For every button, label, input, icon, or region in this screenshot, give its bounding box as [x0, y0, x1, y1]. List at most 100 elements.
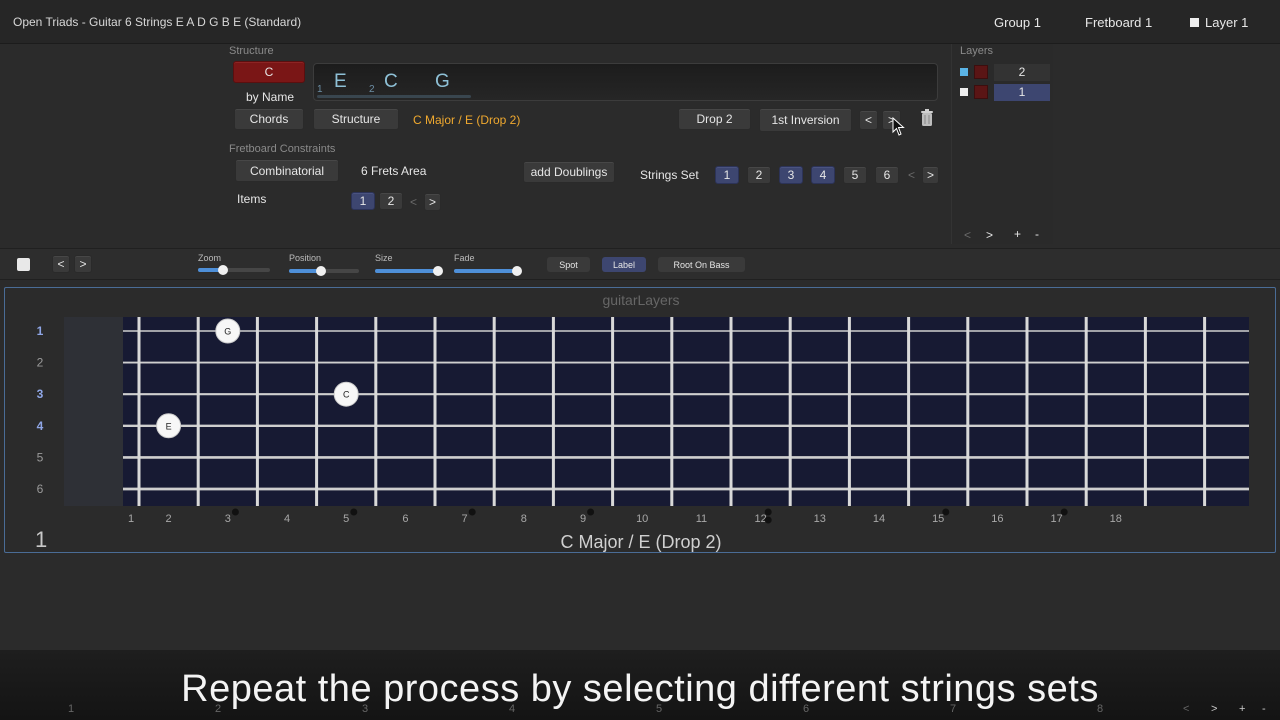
- fret-inlay-dot: [468, 508, 476, 516]
- note-label: E: [334, 71, 347, 92]
- remove-layer-button[interactable]: -: [1035, 227, 1039, 241]
- position-slider[interactable]: [289, 266, 359, 276]
- string-number-label: 2: [37, 356, 44, 370]
- size-label: Size: [375, 253, 393, 263]
- toggle-checkbox[interactable]: [17, 258, 30, 271]
- toolbar-next-button[interactable]: >: [74, 255, 92, 273]
- note-marker-label: G: [224, 327, 231, 337]
- trash-icon[interactable]: [918, 108, 936, 130]
- fret-inlay-dot: [587, 508, 595, 516]
- strings_set-button-4[interactable]: 4: [811, 166, 835, 184]
- frets-area-label[interactable]: 6 Frets Area: [361, 164, 426, 178]
- layer-color-swatch: [1190, 18, 1199, 27]
- fret-number-label: 14: [873, 513, 885, 525]
- zoom-label: Zoom: [198, 253, 222, 263]
- video-caption-text: Repeat the process by selecting differen…: [181, 668, 1099, 710]
- items-label: Items: [237, 192, 267, 206]
- fret-number-label: 2: [166, 513, 172, 525]
- fret-number-label: 13: [814, 513, 826, 525]
- strings-set-next-button[interactable]: >: [922, 166, 939, 184]
- spot-button[interactable]: Spot: [547, 257, 590, 272]
- fret-wire-6: [433, 317, 437, 506]
- note-marker-label: C: [343, 390, 350, 400]
- fret-wire-18: [1143, 317, 1147, 506]
- fret-wire-11: [729, 317, 733, 506]
- label-button[interactable]: Label: [602, 257, 646, 272]
- fretboard-toolbar: < > Zoom Position Size Fade Spot Label R…: [0, 248, 1280, 280]
- fret-wire-5: [374, 317, 378, 506]
- fret-wire-2: [196, 317, 200, 506]
- strings_set-button-5[interactable]: 5: [843, 166, 867, 184]
- app-window: Open Triads - Guitar 6 Strings E A D G B…: [0, 0, 1280, 720]
- layer-row[interactable]: 2: [952, 64, 1052, 81]
- fret-number-label: 7: [462, 513, 468, 525]
- fret-number-label: 8: [521, 513, 527, 525]
- fret-number-label: 9: [580, 513, 586, 525]
- items-next-button[interactable]: >: [424, 193, 441, 211]
- fret-wire-7: [492, 317, 496, 506]
- fret-number-label: 1: [128, 513, 134, 525]
- strings-set-label: Strings Set: [640, 168, 699, 182]
- layer-selector[interactable]: Layer 1: [1190, 15, 1248, 30]
- root-note-button[interactable]: C: [233, 61, 305, 83]
- string-number-label: 3: [37, 387, 44, 401]
- fret-inlay-dot: [1060, 508, 1068, 516]
- layer-color-picker[interactable]: [974, 85, 988, 99]
- fret-number-label: 3: [225, 513, 231, 525]
- fret-number-label: 18: [1110, 513, 1122, 525]
- fade-slider[interactable]: [454, 266, 522, 276]
- fretboard-board: [123, 317, 1249, 506]
- fret-number-label: 17: [1050, 513, 1062, 525]
- fret-inlay-dot: [350, 508, 358, 516]
- fret-number-label: 6: [402, 513, 408, 525]
- size-slider[interactable]: [375, 266, 443, 276]
- inversion-button[interactable]: 1st Inversion: [759, 108, 852, 132]
- fretboard-selector[interactable]: Fretboard 1: [1085, 15, 1152, 30]
- note-marker-label: E: [166, 421, 172, 431]
- layers-next-button[interactable]: >: [986, 228, 993, 242]
- fade-label: Fade: [454, 253, 475, 263]
- fret-wire-10: [670, 317, 674, 506]
- fret-number-label: 4: [284, 513, 290, 525]
- drop-button[interactable]: Drop 2: [678, 108, 751, 130]
- zoom-slider[interactable]: [198, 265, 270, 275]
- add-doublings-button[interactable]: add Doublings: [523, 161, 615, 183]
- group-selector[interactable]: Group 1: [994, 15, 1041, 30]
- mouse-cursor-icon: [892, 116, 906, 137]
- fret-wire-4: [315, 317, 319, 506]
- layer-color-picker[interactable]: [974, 65, 988, 79]
- fretboard-open-area: [64, 317, 123, 506]
- strings_set-button-2[interactable]: 2: [747, 166, 771, 184]
- layer-selector-label: Layer 1: [1205, 15, 1249, 30]
- layer-row[interactable]: 1: [952, 84, 1052, 101]
- structure-button[interactable]: Structure: [313, 108, 399, 130]
- combinatorial-button[interactable]: Combinatorial: [235, 159, 339, 182]
- fret-wire-3: [255, 317, 259, 506]
- video-caption-bar: 12345678 < > + - Repeat the process by s…: [0, 650, 1280, 720]
- string-number-label: 5: [37, 450, 44, 464]
- fret-number-label: 15: [932, 513, 944, 525]
- inversion-prev-button[interactable]: <: [859, 110, 878, 130]
- position-label: Position: [289, 253, 322, 263]
- strings-set-prev-button[interactable]: <: [908, 168, 915, 182]
- strings_set-button-6[interactable]: 6: [875, 166, 899, 184]
- toolbar-prev-button[interactable]: <: [52, 255, 70, 273]
- fretboard-diagram[interactable]: 1234561 2 3 4 5 6 7 8 9 10 11 12 13 14 15 16 17 18GCE: [5, 288, 1275, 528]
- chords-button[interactable]: Chords: [234, 108, 304, 130]
- fret-wire-17: [1084, 317, 1088, 506]
- notes-progress-bar: [317, 95, 471, 98]
- items-prev-button[interactable]: <: [410, 195, 417, 209]
- add-layer-button[interactable]: +: [1014, 227, 1021, 241]
- fret-number-label: 10: [636, 513, 648, 525]
- fret-wire-19: [1203, 317, 1207, 506]
- layers-prev-button[interactable]: <: [964, 228, 971, 242]
- items-button-2[interactable]: 2: [379, 192, 403, 210]
- by-name-label[interactable]: by Name: [246, 90, 294, 104]
- string-number-label: 1: [37, 324, 44, 338]
- fret-inlay-dot: [942, 508, 950, 516]
- strings_set-button-1[interactable]: 1: [715, 166, 739, 184]
- note-label: G: [435, 71, 450, 92]
- strings_set-button-3[interactable]: 3: [779, 166, 803, 184]
- root-on-bass-button[interactable]: Root On Bass: [658, 257, 745, 272]
- items-button-1[interactable]: 1: [351, 192, 375, 210]
